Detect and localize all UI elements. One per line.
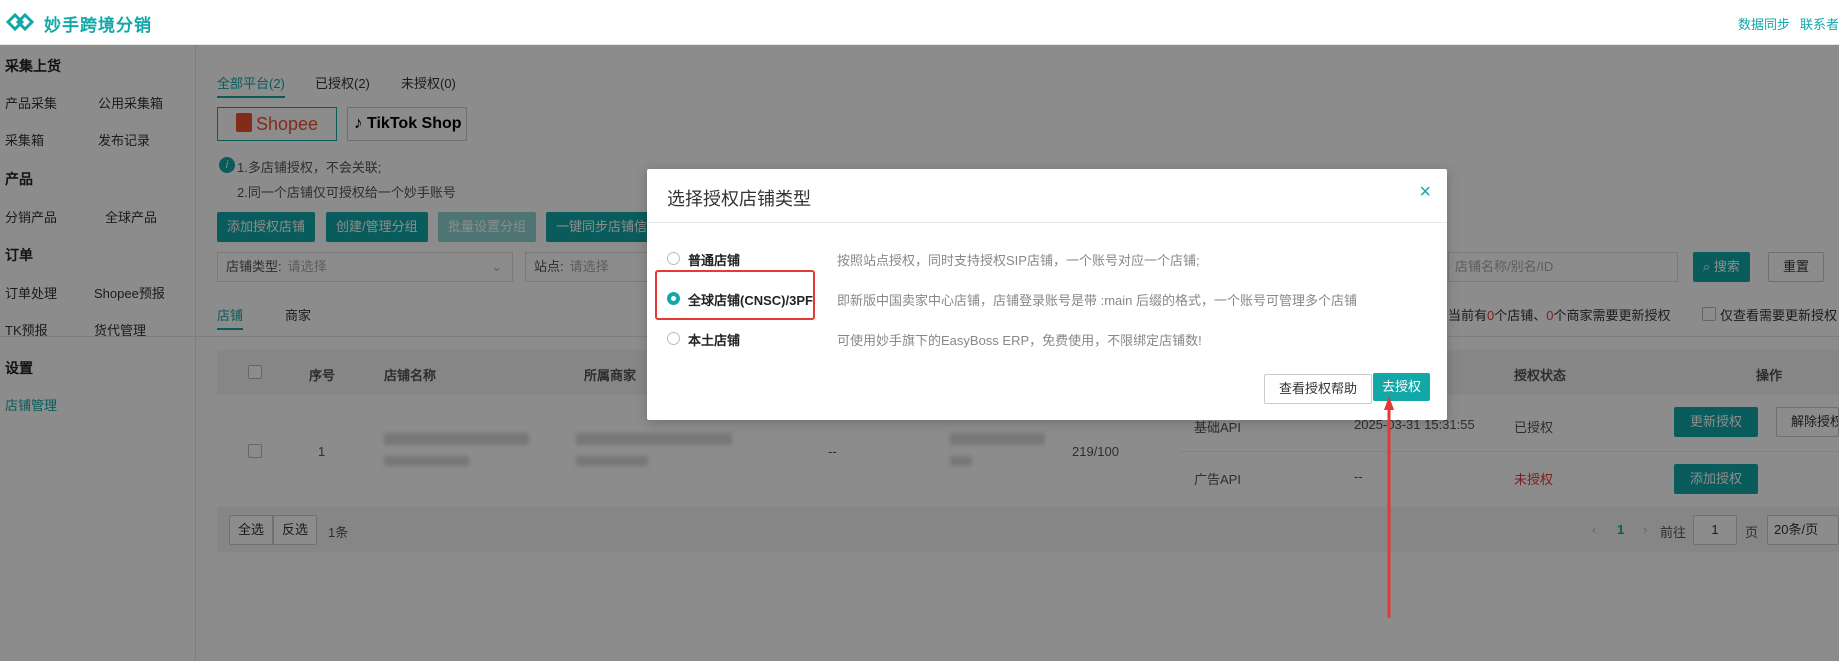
option-normal-store-label[interactable]: 普通店铺 bbox=[688, 250, 740, 269]
top-bar: 妙手跨境分销 数据同步 联系者 bbox=[0, 0, 1839, 45]
modal-title: 选择授权店铺类型 bbox=[667, 189, 811, 209]
modal-divider bbox=[647, 222, 1447, 223]
highlight-box bbox=[655, 270, 815, 320]
store-type-modal: 选择授权店铺类型 × 普通店铺 按照站点授权，同时支持授权SIP店铺，一个账号对… bbox=[647, 169, 1447, 420]
option-local-store-desc: 可使用妙手旗下的EasyBoss ERP，免费使用，不限绑定店铺数! bbox=[837, 333, 1202, 348]
go-authorize-button[interactable]: 去授权 bbox=[1373, 373, 1431, 401]
option-global-store-desc: 即新版中国卖家中心店铺，店铺登录账号是带 :main 后缀的格式，一个账号可管理… bbox=[837, 293, 1358, 308]
radio-local-store[interactable] bbox=[667, 332, 680, 345]
option-normal-store-desc: 按照站点授权，同时支持授权SIP店铺，一个账号对应一个店铺; bbox=[837, 253, 1200, 268]
auth-help-button[interactable]: 查看授权帮助 bbox=[1264, 374, 1373, 404]
top-links: 数据同步 联系者 bbox=[1728, 14, 1839, 33]
brand-name: 妙手跨境分销 bbox=[44, 16, 152, 35]
option-local-store-label[interactable]: 本土店铺 bbox=[688, 330, 740, 349]
logo-icon bbox=[6, 12, 34, 32]
radio-normal-store[interactable] bbox=[667, 252, 680, 265]
close-icon[interactable]: × bbox=[1419, 181, 1431, 204]
sync-data-link[interactable]: 数据同步 bbox=[1738, 17, 1790, 32]
arrow-up-icon bbox=[1384, 396, 1394, 618]
contact-link[interactable]: 联系者 bbox=[1800, 17, 1839, 32]
